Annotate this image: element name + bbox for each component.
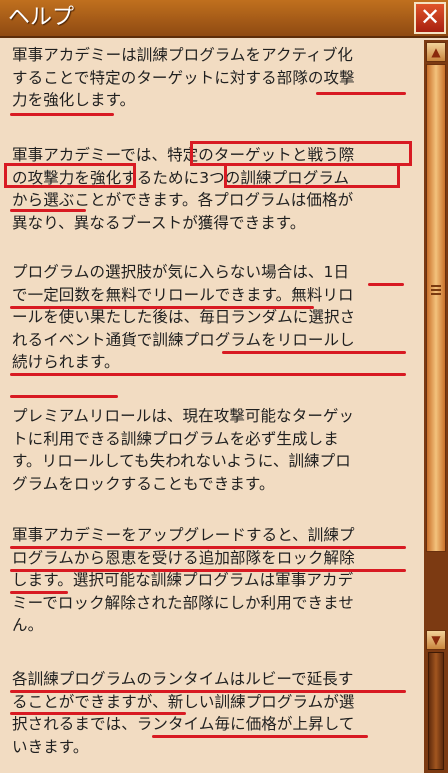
paragraph-line: で一定回数を無料でリロールできます。無料リロ [12, 285, 354, 304]
paragraph-line: ることができますが、新しい訓練プログラムが選 [12, 692, 355, 711]
help-paragraph: プログラムの選択肢が気に入らない場合は、1日 で一定回数を無料でリロールできます… [0, 261, 420, 374]
paragraph-line: ールを使い果たした後は、毎日ランダムに選択さ [12, 308, 356, 326]
paragraph-line: ん。 [12, 616, 44, 634]
highlight-underline [10, 690, 406, 693]
highlight-box [4, 163, 136, 188]
paragraph-line: することで特定のターゲットに対する部隊の攻撃 [12, 68, 355, 87]
title-bar: ヘルプ ✕ [0, 0, 448, 38]
help-paragraph: プレミアムリロールは、現在攻撃可能なターゲッ トに利用できる訓練プログラムを必ず… [0, 405, 420, 495]
paragraph-line: グラムをロックすることもできます。 [12, 474, 275, 493]
highlight-underline [10, 306, 314, 309]
highlight-box [224, 163, 400, 188]
paragraph-line: トに利用できる訓練プログラムを必ず生成しま [12, 429, 339, 448]
paragraph-line: 異なり、異なるブーストが獲得できます。 [12, 213, 306, 232]
paragraph-line: ミーでロック解除された部隊にしか利用できませ [12, 593, 354, 612]
paragraph-line: 択されるまでは、ランタイム毎に価格が上昇して [12, 715, 355, 733]
highlight-underline [10, 569, 406, 572]
close-button[interactable]: ✕ [414, 2, 446, 34]
highlight-underline [368, 283, 404, 286]
highlight-underline [10, 373, 406, 376]
highlight-underline [10, 395, 118, 398]
highlight-underline [10, 546, 406, 549]
highlight-underline [10, 591, 68, 594]
paragraph-line: プログラムの選択肢が気に入らない場合は、1日 [12, 263, 350, 281]
arrow-down-icon: ▼ [431, 633, 441, 647]
paragraph-line: 軍事アカデミーをアップグレードすると、訓練プ [12, 526, 355, 544]
arrow-up-icon: ▲ [431, 45, 441, 59]
highlight-underline [10, 712, 186, 715]
highlight-underline [222, 351, 406, 354]
scroll-track[interactable] [428, 652, 444, 770]
paragraph-line: いきます。 [12, 737, 89, 756]
scroll-up-button[interactable]: ▲ [426, 42, 446, 62]
help-paragraph: 軍事アカデミーをアップグレードすると、訓練プ ログラムから恩恵を受ける追加部隊を… [0, 524, 420, 637]
paragraph-line: れるイベント通貨で訓練プログラムをリロールし [12, 330, 355, 349]
help-paragraph: 軍事アカデミーは訓練プログラムをアクティブ化 することで特定のターゲットに対する… [0, 44, 420, 112]
paragraph-line: 軍事アカデミーは訓練プログラムをアクティブ化 [12, 46, 354, 64]
highlight-underline [152, 735, 368, 738]
highlight-underline [316, 92, 406, 95]
highlight-underline [10, 113, 114, 116]
grip-icon [431, 285, 441, 297]
close-icon: ✕ [419, 3, 441, 31]
window-title: ヘルプ [8, 5, 75, 30]
paragraph-line: ログラムから恩恵を受ける追加部隊をロック解除 [12, 548, 355, 567]
paragraph-line: します。選択可能な訓練プログラムは軍事アカデ [12, 571, 354, 589]
paragraph-line: プレミアムリロールは、現在攻撃可能なターゲッ [12, 407, 355, 425]
paragraph-line: 続けられます。 [12, 353, 120, 371]
scroll-thumb[interactable] [426, 64, 446, 552]
scrollbar[interactable]: ▲ ▼ [424, 40, 448, 773]
scroll-down-button[interactable]: ▼ [426, 630, 446, 650]
help-content: 軍事アカデミーは訓練プログラムをアクティブ化 することで特定のターゲットに対する… [0, 40, 424, 773]
highlight-underline [10, 209, 86, 212]
paragraph-line: す。リロールしても失われないように、訓練プロ [12, 452, 351, 470]
paragraph-line: 各訓練プログラムのランタイムはルビーで延長す [12, 670, 354, 688]
